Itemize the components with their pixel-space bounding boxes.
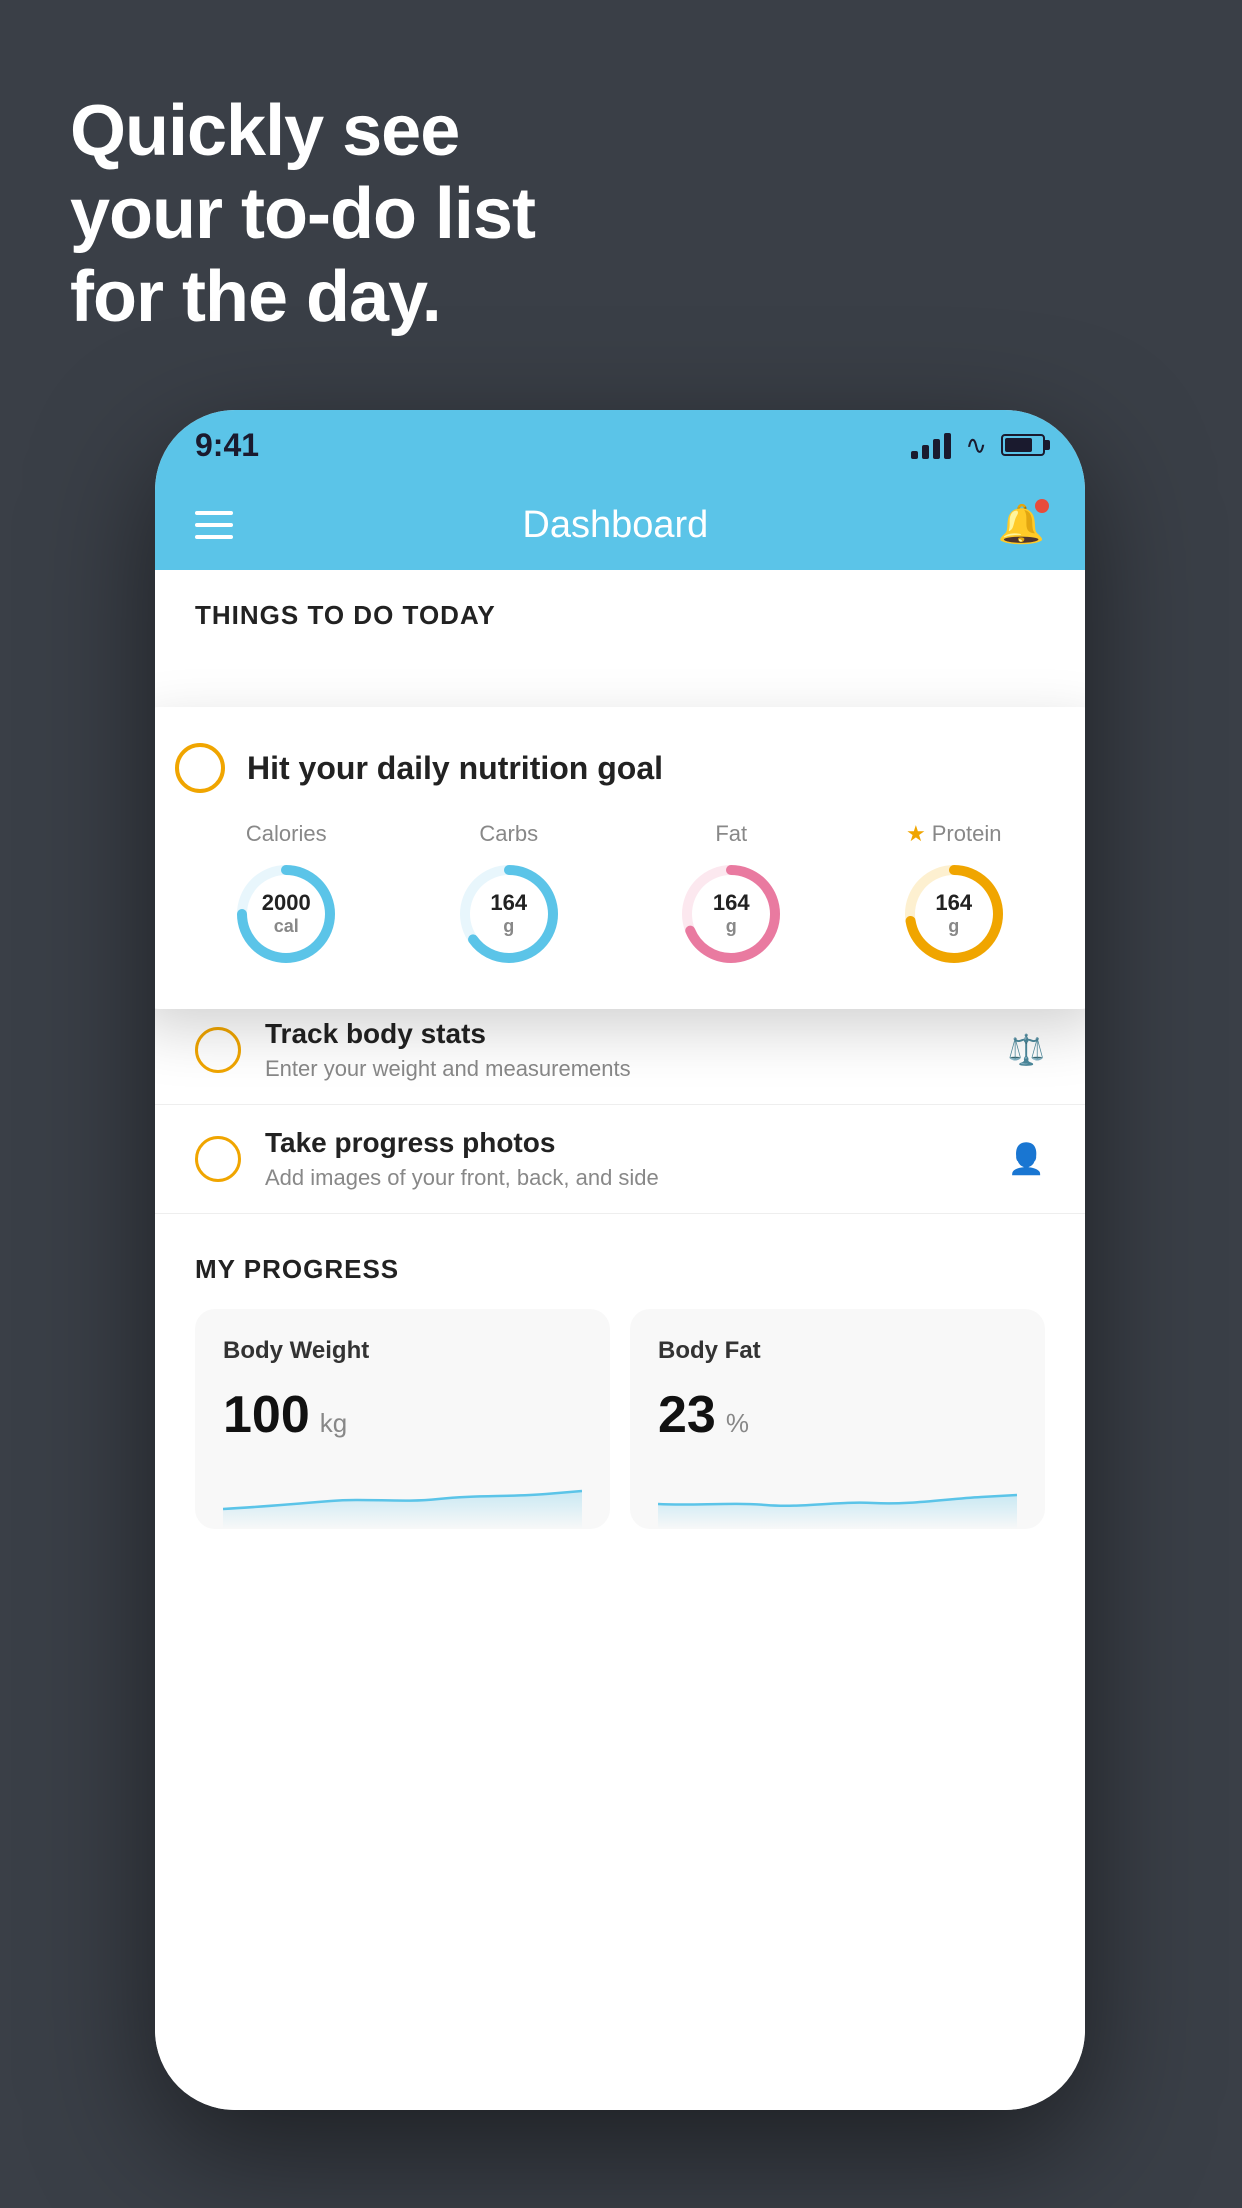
body-fat-value: 23 % — [658, 1385, 1017, 1445]
wifi-icon: ∿ — [965, 430, 987, 461]
body-weight-unit: kg — [320, 1408, 347, 1439]
calories-stat: Calories 2000 cal — [231, 821, 341, 969]
photos-subtitle: Add images of your front, back, and side — [265, 1165, 1008, 1191]
signal-icon — [911, 431, 951, 459]
notification-bell-icon[interactable]: 🔔 — [998, 503, 1045, 547]
body-weight-value: 100 kg — [223, 1385, 582, 1445]
hero-text: Quickly see your to-do list for the day. — [70, 90, 535, 338]
nutrition-card-header: Hit your daily nutrition goal — [175, 743, 1065, 793]
hero-line2: your to-do list — [70, 173, 535, 256]
body-weight-card[interactable]: Body Weight 100 kg — [195, 1309, 610, 1529]
fat-stat: Fat 164 g — [676, 821, 786, 969]
phone-mockup: 9:41 ∿ Dashboard 🔔 THI — [155, 410, 1085, 2110]
body-fat-card[interactable]: Body Fat 23 % — [630, 1309, 1045, 1529]
body-weight-number: 100 — [223, 1385, 310, 1445]
status-time: 9:41 — [195, 427, 259, 464]
carbs-donut: 164 g — [454, 859, 564, 969]
nutrition-title: Hit your daily nutrition goal — [247, 750, 663, 787]
status-icons: ∿ — [911, 430, 1045, 461]
todo-item-photos[interactable]: Take progress photos Add images of your … — [155, 1105, 1085, 1214]
nutrition-card[interactable]: Hit your daily nutrition goal Calories — [155, 707, 1085, 1009]
protein-stat: ★ Protein 164 g — [899, 821, 1009, 969]
fat-label: Fat — [715, 821, 747, 847]
protein-donut: 164 g — [899, 859, 1009, 969]
photos-title: Take progress photos — [265, 1127, 1008, 1159]
body-stats-check-circle — [195, 1027, 241, 1073]
photos-check-circle — [195, 1136, 241, 1182]
calories-donut: 2000 cal — [231, 859, 341, 969]
hero-line1: Quickly see — [70, 90, 535, 173]
progress-header: MY PROGRESS — [195, 1254, 1045, 1285]
things-to-do-header: THINGS TO DO TODAY — [155, 570, 1085, 647]
body-fat-unit: % — [726, 1408, 749, 1439]
hamburger-menu[interactable] — [195, 511, 233, 539]
nav-bar: Dashboard 🔔 — [155, 480, 1085, 570]
phone-content: THINGS TO DO TODAY Hit your daily nutrit… — [155, 570, 1085, 2110]
body-weight-chart — [223, 1469, 582, 1529]
person-icon: 👤 — [1008, 1142, 1045, 1177]
body-fat-title: Body Fat — [658, 1337, 1017, 1365]
status-bar: 9:41 ∿ — [155, 410, 1085, 480]
calories-label: Calories — [246, 821, 327, 847]
body-weight-title: Body Weight — [223, 1337, 582, 1365]
protein-label: ★ Protein — [906, 821, 1001, 847]
todo-item-body-stats[interactable]: Track body stats Enter your weight and m… — [155, 996, 1085, 1105]
battery-icon — [1001, 434, 1045, 456]
body-fat-chart — [658, 1469, 1017, 1529]
star-icon: ★ — [906, 821, 926, 847]
photos-text: Take progress photos Add images of your … — [265, 1127, 1008, 1191]
progress-section: MY PROGRESS Body Weight 100 kg — [155, 1214, 1085, 1529]
carbs-stat: Carbs 164 g — [454, 821, 564, 969]
notification-badge — [1035, 499, 1049, 513]
nav-title: Dashboard — [522, 504, 708, 547]
nutrition-check-circle — [175, 743, 225, 793]
body-stats-title: Track body stats — [265, 1018, 1008, 1050]
nutrition-stats: Calories 2000 cal — [175, 821, 1065, 969]
scale-icon: ⚖️ — [1008, 1033, 1045, 1068]
body-fat-number: 23 — [658, 1385, 716, 1445]
hero-line3: for the day. — [70, 256, 535, 339]
fat-donut: 164 g — [676, 859, 786, 969]
body-stats-text: Track body stats Enter your weight and m… — [265, 1018, 1008, 1082]
progress-cards: Body Weight 100 kg — [195, 1309, 1045, 1529]
body-stats-subtitle: Enter your weight and measurements — [265, 1056, 1008, 1082]
carbs-label: Carbs — [479, 821, 538, 847]
